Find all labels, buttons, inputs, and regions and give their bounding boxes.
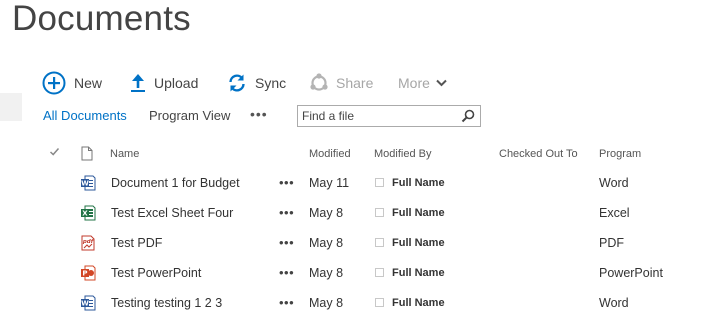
modified-date: May 8 xyxy=(309,266,344,280)
column-header-modified[interactable]: Modified xyxy=(309,148,351,160)
program-value: Word xyxy=(599,296,629,310)
presence-icon xyxy=(375,238,384,247)
table-row[interactable]: W Testing testing 1 2 3 ••• May 8 Full N… xyxy=(0,288,710,318)
file-name-link[interactable]: Test PowerPoint xyxy=(111,258,201,288)
pdf-icon: pdf xyxy=(80,235,96,251)
svg-text:W: W xyxy=(81,300,89,308)
row-more-ellipsis[interactable]: ••• xyxy=(279,258,294,288)
svg-text:W: W xyxy=(81,180,89,188)
new-button[interactable]: New xyxy=(42,68,102,98)
program-value: Word xyxy=(599,176,629,190)
sync-icon xyxy=(227,73,247,93)
presence-icon xyxy=(375,208,384,217)
program-value: Excel xyxy=(599,206,630,220)
table-row[interactable]: pdf Test PDF ••• May 8 Full Name PDF xyxy=(0,228,710,258)
modified-date: May 8 xyxy=(309,206,344,220)
share-label: Share xyxy=(336,75,374,91)
presence-icon xyxy=(375,178,384,187)
search-input[interactable] xyxy=(298,107,456,125)
search-icon[interactable] xyxy=(461,109,475,128)
modified-date: May 8 xyxy=(309,296,344,310)
modified-by-name[interactable]: Full Name xyxy=(392,288,445,318)
more-label: More xyxy=(398,75,430,91)
upload-button[interactable]: Upload xyxy=(130,68,198,98)
file-name-link[interactable]: Test PDF xyxy=(111,228,162,258)
row-more-ellipsis[interactable]: ••• xyxy=(279,288,294,318)
plus-circle-icon xyxy=(42,71,66,95)
more-button[interactable]: More xyxy=(398,68,447,98)
file-name-link[interactable]: Testing testing 1 2 3 xyxy=(111,288,222,318)
table-row[interactable]: P Test PowerPoint ••• May 8 Full Name Po… xyxy=(0,258,710,288)
views-more-ellipsis[interactable]: ••• xyxy=(250,106,268,122)
file-name-link[interactable]: Test Excel Sheet Four xyxy=(111,198,233,228)
table-row[interactable]: X Test Excel Sheet Four ••• May 8 Full N… xyxy=(0,198,710,228)
table-row[interactable]: W Document 1 for Budget ••• May 11 Full … xyxy=(0,168,710,198)
left-nav-strip xyxy=(0,93,22,121)
upload-icon xyxy=(130,73,146,93)
svg-text:X: X xyxy=(82,210,88,218)
svg-text:P: P xyxy=(82,270,87,278)
program-value: PDF xyxy=(599,236,624,250)
presence-icon xyxy=(375,268,384,277)
word-icon: W xyxy=(80,295,96,311)
row-more-ellipsis[interactable]: ••• xyxy=(279,228,294,258)
modified-by-name[interactable]: Full Name xyxy=(392,228,445,258)
select-all-checkmark-icon[interactable] xyxy=(49,146,60,160)
program-value: PowerPoint xyxy=(599,266,663,280)
document-type-header-icon xyxy=(81,146,93,164)
column-header-checked-out-to[interactable]: Checked Out To xyxy=(499,148,578,160)
modified-by-name[interactable]: Full Name xyxy=(392,258,445,288)
file-name-link[interactable]: Document 1 for Budget xyxy=(111,168,240,198)
page-title: Documents xyxy=(12,0,191,38)
upload-label: Upload xyxy=(154,75,199,91)
search-box xyxy=(297,105,481,127)
row-more-ellipsis[interactable]: ••• xyxy=(279,168,294,198)
presence-icon xyxy=(375,298,384,307)
modified-date: May 11 xyxy=(309,176,350,190)
modified-date: May 8 xyxy=(309,236,344,250)
column-header-name[interactable]: Name xyxy=(110,148,139,160)
share-icon xyxy=(310,73,328,93)
sync-button[interactable]: Sync xyxy=(227,68,286,98)
column-header-modified-by[interactable]: Modified By xyxy=(374,148,431,160)
sync-label: Sync xyxy=(255,75,287,91)
column-header-program[interactable]: Program xyxy=(599,148,641,160)
share-button[interactable]: Share xyxy=(310,68,373,98)
excel-icon: X xyxy=(80,205,96,221)
view-all-documents[interactable]: All Documents xyxy=(43,108,127,123)
row-more-ellipsis[interactable]: ••• xyxy=(279,198,294,228)
chevron-down-icon xyxy=(436,79,447,87)
modified-by-name[interactable]: Full Name xyxy=(392,168,445,198)
modified-by-name[interactable]: Full Name xyxy=(392,198,445,228)
new-label: New xyxy=(74,75,103,91)
powerpoint-icon: P xyxy=(80,265,96,281)
word-icon: W xyxy=(80,175,96,191)
view-program-view[interactable]: Program View xyxy=(149,108,230,123)
